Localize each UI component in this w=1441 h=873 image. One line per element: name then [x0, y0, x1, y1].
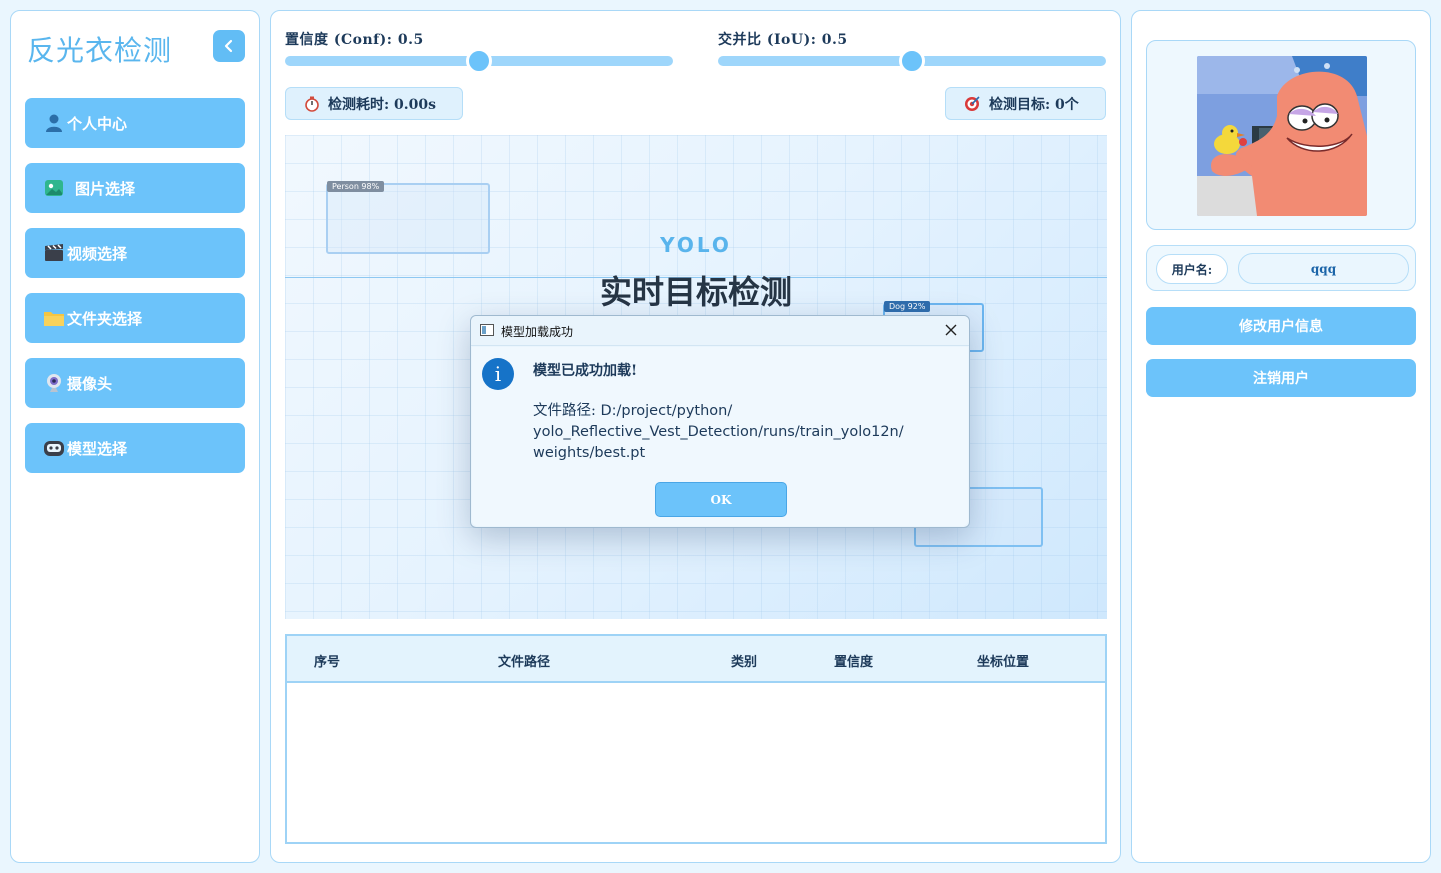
folder-icon: [43, 307, 65, 329]
sidebar-item-label: 图片选择: [75, 179, 136, 198]
dialog-titlebar[interactable]: 模型加载成功: [471, 316, 969, 346]
file-path-label: 文件路径:: [533, 403, 601, 419]
results-table[interactable]: 序号 文件路径 类别 置信度 坐标位置: [285, 634, 1107, 844]
sidebar-item-label: 模型选择: [67, 439, 128, 458]
file-path-line-2: yolo_Reflective_Vest_Detection/runs/trai…: [533, 424, 904, 440]
table-header: 序号 文件路径 类别 置信度 坐标位置: [287, 636, 1105, 683]
logout-button[interactable]: 注销用户: [1146, 359, 1416, 397]
sidebar-item-label: 文件夹选择: [67, 309, 143, 328]
info-icon: i: [482, 358, 514, 390]
sidebar-item-label: 视频选择: [67, 244, 128, 263]
dialog-file-path: 文件路径: D:/project/python/ yolo_Reflective…: [533, 401, 953, 464]
clapperboard-icon: [43, 242, 65, 264]
file-path-line-3: weights/best.pt: [533, 445, 646, 461]
detection-tag-person: Person 98%: [327, 181, 385, 192]
sidebar-item-profile[interactable]: 个人中心: [25, 98, 245, 148]
sidebar-item-folder[interactable]: 文件夹选择: [25, 293, 245, 343]
iou-slider[interactable]: [718, 48, 1106, 74]
target-icon: [965, 96, 980, 111]
close-icon: [945, 324, 957, 336]
image-icon: [43, 177, 65, 199]
column-header-confidence: 置信度: [834, 655, 874, 670]
file-path-line-1: D:/project/python/: [600, 403, 733, 419]
sidebar-item-model[interactable]: 模型选择: [25, 423, 245, 473]
brand-text: YOLO: [660, 233, 732, 257]
conf-label: 置信度 (Conf): 0.5: [285, 32, 424, 48]
sidebar-item-label: 个人中心: [67, 114, 128, 133]
iou-label: 交并比 (IoU): 0.5: [718, 32, 848, 48]
conf-slider[interactable]: [285, 48, 673, 74]
app-title: 反光衣检测: [27, 34, 173, 67]
model-loaded-dialog: 模型加载成功 i 模型已成功加载! 文件路径: D:/project/pytho…: [470, 315, 970, 528]
robot-icon: [43, 437, 65, 459]
column-header-coordinates: 坐标位置: [977, 655, 1030, 670]
username-card: 用户名: qqq: [1146, 245, 1416, 291]
conf-slider-handle[interactable]: [466, 48, 492, 74]
detection-time-badge: 检测耗时: 0.00s: [285, 87, 463, 120]
table-body: [287, 683, 1105, 842]
collapse-sidebar-button[interactable]: [213, 30, 245, 62]
detection-count-text: 检测目标: 0个: [989, 96, 1079, 113]
column-header-class: 类别: [731, 655, 758, 670]
chevron-left-icon: [224, 39, 233, 53]
dialog-close-button[interactable]: [941, 320, 961, 340]
dialog-body: i 模型已成功加载! 文件路径: D:/project/python/ yolo…: [472, 347, 968, 526]
dialog-message: 模型已成功加载!: [533, 363, 638, 379]
column-header-path: 文件路径: [498, 655, 551, 670]
column-header-index: 序号: [314, 655, 341, 670]
sidebar-item-video[interactable]: 视频选择: [25, 228, 245, 278]
user-icon: [43, 112, 65, 134]
user-panel: 用户名: qqq 修改用户信息 注销用户: [1131, 10, 1431, 863]
avatar[interactable]: [1197, 56, 1367, 216]
sidebar-item-label: 摄像头: [67, 374, 113, 393]
hero-headline: 实时目标检测: [599, 273, 792, 311]
sidebar-item-image[interactable]: 图片选择: [25, 163, 245, 213]
edit-user-button[interactable]: 修改用户信息: [1146, 307, 1416, 345]
stopwatch-icon: [305, 96, 319, 112]
ok-button[interactable]: OK: [655, 482, 787, 517]
avatar-card: [1146, 40, 1416, 230]
username-label: 用户名:: [1156, 254, 1228, 284]
sidebar-item-camera[interactable]: 摄像头: [25, 358, 245, 408]
sidebar-panel: 反光衣检测 个人中心 图片选择 视频选择 文件夹选择 摄像头 模型选择: [10, 10, 260, 863]
detection-count-badge: 检测目标: 0个: [945, 87, 1106, 120]
detection-time-text: 检测耗时: 0.00s: [328, 96, 437, 113]
username-field[interactable]: qqq: [1238, 253, 1409, 284]
dialog-title: 模型加载成功: [501, 325, 574, 339]
window-app-icon: [480, 324, 494, 336]
iou-slider-handle[interactable]: [899, 48, 925, 74]
webcam-icon: [43, 372, 65, 394]
